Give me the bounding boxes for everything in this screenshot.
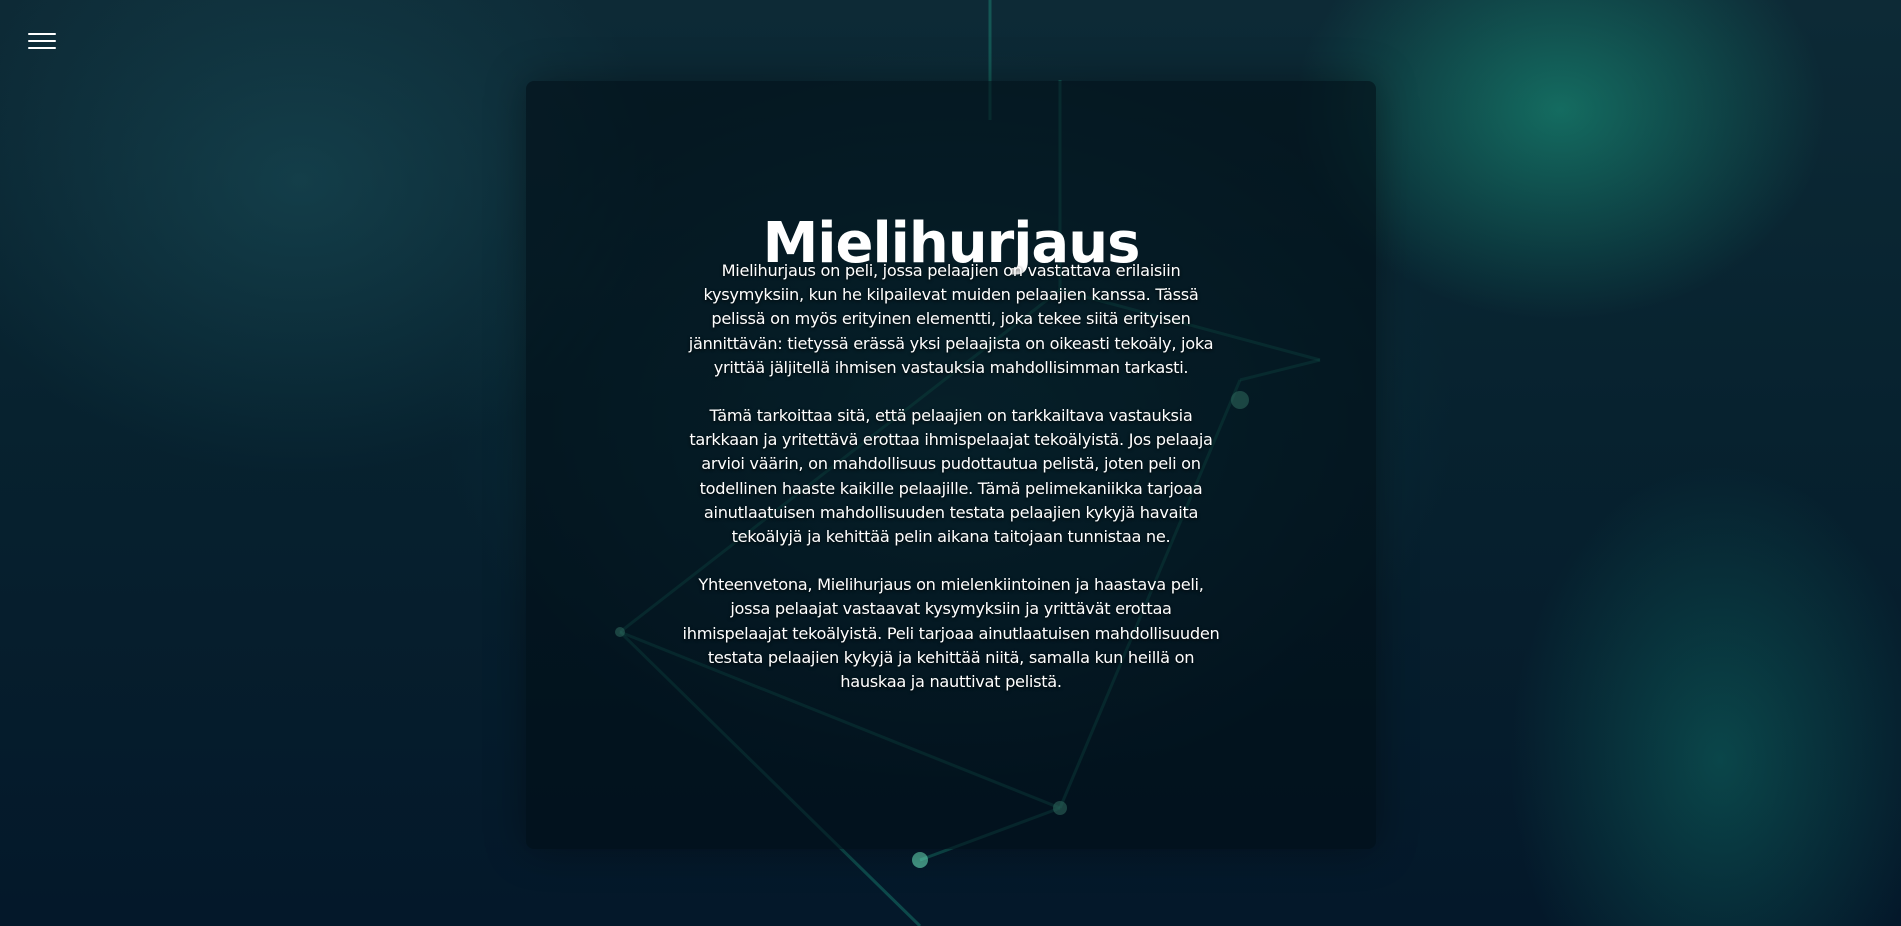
description-text: Mielihurjaus on peli, jossa pelaajien on… [681, 259, 1221, 718]
description-paragraph: Yhteenvetona, Mielihurjaus on mielenkiin… [682, 575, 1220, 692]
description-paragraph: Mielihurjaus on peli, jossa pelaajien on… [688, 261, 1214, 377]
description-paragraph: Tämä tarkoittaa sitä, että pelaajien on … [689, 406, 1213, 547]
content-card: Mielihurjaus Mielihurjaus on peli, jossa… [526, 81, 1376, 849]
menu-button[interactable] [28, 33, 56, 53]
